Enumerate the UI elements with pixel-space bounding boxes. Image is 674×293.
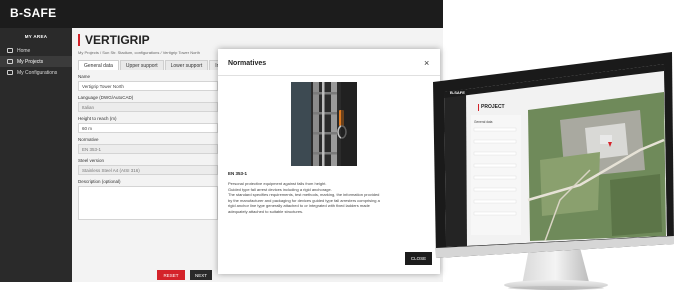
breadcrumb[interactable]: My Projects / Sun Str. Stadium, configur… <box>78 50 200 55</box>
steel-version-label: Steel version <box>78 158 105 163</box>
sidebar-item-my-projects[interactable]: My Projects <box>0 56 72 67</box>
height-field[interactable]: 60 m <box>78 123 218 133</box>
sidebar-heading: MY AREA <box>24 34 48 39</box>
fall-arrest-photo <box>291 82 357 166</box>
normative-select[interactable]: EN 353-1 <box>78 144 218 154</box>
monitor-brand: B-SAFE <box>450 90 465 95</box>
description-line: adequately attached to suitable structur… <box>228 208 304 214</box>
folder-icon <box>7 59 13 64</box>
standard-description: Personal protective equipment against fa… <box>228 181 433 215</box>
close-button[interactable]: CLOSE <box>405 252 432 265</box>
sidebar-item-label: My Projects <box>17 58 44 65</box>
general-data-form: Name Vertigrip Tower North Language (DWG… <box>78 70 218 220</box>
monitor-subtitle: General data <box>474 120 493 124</box>
tab-upper-support[interactable]: Upper support <box>119 60 164 70</box>
sidebar-item-my-configurations[interactable]: My Configurations <box>0 67 72 78</box>
description-textarea[interactable] <box>78 186 218 220</box>
name-field[interactable]: Vertigrip Tower North <box>78 81 218 91</box>
top-bar: B-SAFE <box>0 0 443 28</box>
tab-lower-support[interactable]: Lower support <box>164 60 209 70</box>
language-label: Language (DWG/AutoCAD) <box>78 95 134 100</box>
normative-label: Normative <box>78 137 99 142</box>
marketing-composite: B-SAFE MY AREA Home My Projects My Confi… <box>0 0 674 293</box>
next-button[interactable]: NEXT <box>190 270 212 280</box>
tab-general-data[interactable]: General data <box>78 60 119 70</box>
brand-logo[interactable]: B-SAFE <box>10 6 56 20</box>
standard-code: EN 353-1 <box>228 171 248 176</box>
reset-button[interactable]: RESET <box>157 270 185 280</box>
monitor-title: PROJECT <box>481 104 505 110</box>
home-icon <box>7 48 13 53</box>
modal-divider <box>218 75 440 76</box>
steel-version-select[interactable]: Stainless Steel A4 (AISI 316) <box>78 165 218 175</box>
modal-title: Normatives <box>228 60 267 67</box>
sidebar-item-home[interactable]: Home <box>0 45 72 56</box>
name-label: Name <box>78 74 91 79</box>
close-icon[interactable]: × <box>424 58 429 68</box>
language-select[interactable]: Italian <box>78 102 218 112</box>
sidebar-item-label: Home <box>17 47 31 54</box>
normatives-modal: Normatives × EN 353-1 Personal protectiv… <box>218 49 440 274</box>
page-title: VERTIGRIP <box>78 34 150 46</box>
tab-bar: General data Upper support Lower support… <box>78 60 226 70</box>
sidebar: MY AREA Home My Projects My Configuratio… <box>0 28 72 282</box>
height-label: Height to reach (m) <box>78 116 117 121</box>
sidebar-item-label: My Configurations <box>17 69 58 76</box>
config-icon <box>7 70 13 75</box>
description-label: Description (optional) <box>78 179 121 184</box>
